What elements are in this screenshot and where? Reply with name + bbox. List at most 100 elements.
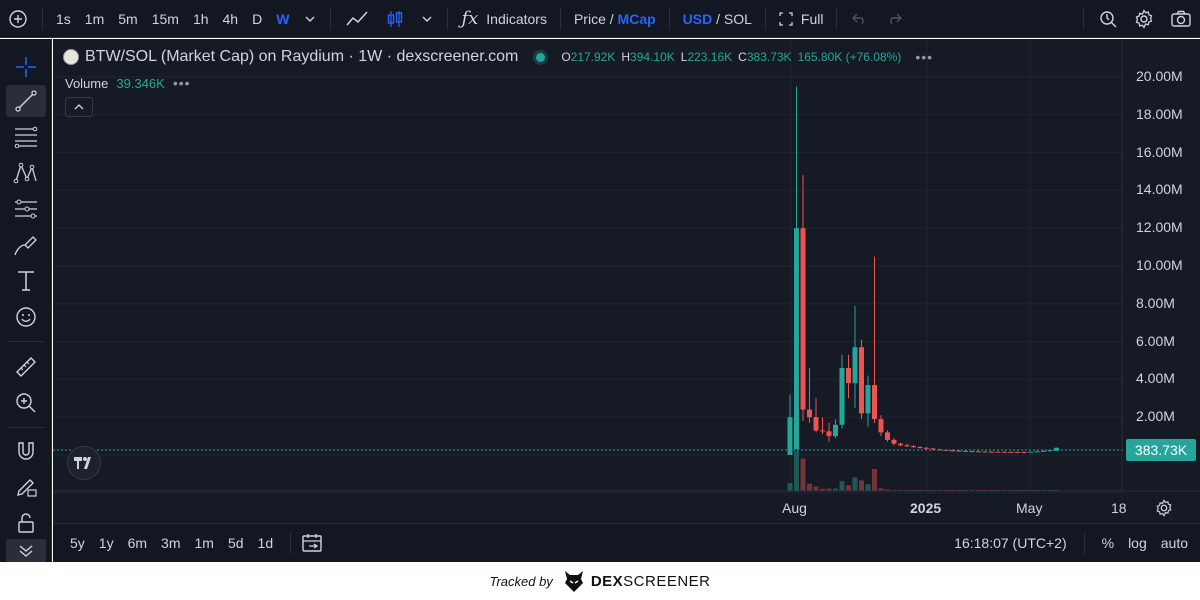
quick-search-icon[interactable] [1090,0,1126,38]
volume-bar [865,484,871,491]
interval-15m[interactable]: 15m [145,0,186,38]
function-icon: ƒx [461,8,479,29]
indicators-button[interactable]: ƒx Indicators [454,0,554,38]
axis-settings-gear-icon[interactable] [1155,499,1173,522]
go-to-date-icon[interactable] [301,533,323,553]
range-5d[interactable]: 5d [221,535,251,551]
auto-scale-toggle[interactable]: auto [1154,535,1200,551]
log-scale-toggle[interactable]: log [1121,535,1154,551]
interval-group: 1s 1m 5m 15m 1h 4h D W [49,0,296,38]
candle-body [891,439,897,444]
price-tick-label: 8.00M [1136,294,1175,311]
more-options-icon[interactable]: ••• [915,49,933,65]
candle-body [826,431,832,437]
candle-body [963,450,968,452]
interval-5m[interactable]: 5m [111,0,144,38]
chevron-down-icon[interactable] [296,0,324,38]
chart-pane[interactable]: BTW/SOL (Market Cap) on Raydium · 1W · d… [53,39,1200,523]
zoom-in-icon[interactable] [6,387,46,419]
toolbar-divider [1083,7,1084,30]
brush-icon[interactable] [6,229,46,261]
redo-icon[interactable] [877,0,911,38]
dexscreener-logo-icon[interactable] [563,569,585,593]
line-chart-icon[interactable] [337,0,377,38]
crosshair-icon[interactable] [6,51,46,83]
full-range-button[interactable]: Full [772,0,831,38]
indicators-label: Indicators [486,10,547,27]
price-mcap-toggle[interactable]: Price / MCap [567,0,663,38]
candle-body [846,368,851,384]
candle-body [911,446,916,448]
pattern-icon[interactable] [6,157,46,189]
candle-body [865,385,871,414]
more-options-icon[interactable]: ••• [173,75,191,91]
candle-body [878,419,884,433]
sol-label: / SOL [716,10,752,27]
candle-body [794,228,799,450]
candle-body [989,451,994,453]
candle-body [1002,451,1007,453]
candle-body [995,451,1001,453]
candle-body [839,368,845,425]
toolbar-divider [668,7,670,30]
range-6m[interactable]: 6m [121,535,154,551]
toolbar-divider [836,7,838,30]
ruler-icon[interactable] [6,351,46,383]
range-1m[interactable]: 1m [188,535,221,551]
emoji-icon[interactable] [6,301,46,333]
candle-body [930,448,936,450]
volume-label: Volume [65,75,109,91]
interval-1s[interactable]: 1s [49,0,78,38]
fib-retracement-icon[interactable] [6,121,46,153]
candle-body [976,451,981,453]
brand-dex: DEX [590,572,624,590]
lock-icon[interactable] [6,507,46,539]
candle-body [852,347,858,384]
ohlc-open: O217.92K [561,50,616,64]
camera-icon[interactable] [1162,0,1200,38]
brand-screener: SCREENER [623,572,711,590]
add-symbol-icon[interactable] [0,0,36,38]
time-label-may: May [1016,500,1043,516]
candle-body [917,447,923,449]
volume-bar [872,469,877,491]
forecast-icon[interactable] [6,193,46,225]
volume-value: 39.346K [116,75,165,91]
collapse-legend-button[interactable] [65,97,93,117]
candle-body [800,228,806,410]
undo-icon[interactable] [843,0,877,38]
price-tick-label: 12.00M [1136,219,1183,236]
currency-toggle[interactable]: USD / SOL [676,0,759,38]
toolbar-divider [1083,532,1085,554]
candle-body [982,451,988,453]
range-1d[interactable]: 1d [251,535,281,551]
magnet-icon[interactable] [6,435,46,467]
interval-w[interactable]: W [269,0,296,38]
toolbar-divider [42,7,43,30]
price-tick-label: 10.00M [1136,257,1183,273]
interval-1m[interactable]: 1m [78,0,111,38]
time-label-2025: 2025 [910,500,942,516]
candles-icon[interactable] [377,0,413,38]
text-icon[interactable] [6,265,46,297]
candle-body [924,447,929,449]
interval-d[interactable]: D [245,0,269,38]
range-5y[interactable]: 5y [63,535,92,551]
tradingview-logo-icon[interactable] [67,446,101,480]
chart-canvas[interactable] [53,39,1200,523]
interval-4h[interactable]: 4h [216,0,246,38]
clock-display[interactable]: 16:18:07 (UTC+2) [947,535,1073,551]
trend-line-icon[interactable] [6,85,46,117]
expand-toolbar-icon[interactable] [6,539,46,562]
candle-body [833,424,838,437]
range-3m[interactable]: 3m [154,535,187,551]
interval-1h[interactable]: 1h [186,0,216,38]
percent-scale-toggle[interactable]: % [1095,535,1121,551]
volume-bar [800,458,806,491]
settings-gear-icon[interactable] [1126,0,1162,38]
candle-body [885,432,890,440]
lock-drawing-icon[interactable] [6,471,46,503]
price-tick-label: 6.00M [1136,332,1175,349]
range-1y[interactable]: 1y [92,535,121,551]
chevron-down-icon[interactable] [413,0,441,38]
